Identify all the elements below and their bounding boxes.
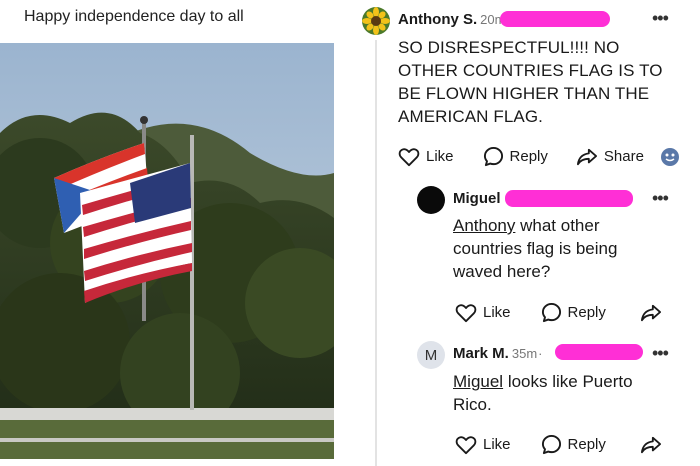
like-label: Like <box>483 436 511 453</box>
avatar[interactable] <box>362 7 390 35</box>
emoji-icon <box>660 147 679 166</box>
user-mention-link[interactable]: Anthony <box>453 216 515 235</box>
author-name[interactable]: Mark M. <box>453 345 509 362</box>
user-mention-link[interactable]: Miguel <box>453 372 503 391</box>
post-caption: Happy independence day to all <box>24 8 244 25</box>
comment-text: SO DISRESPECTFUL!!!! NO OTHER COUNTRIES … <box>398 38 663 126</box>
comment-actions: Like Reply Share <box>398 146 680 167</box>
share-arrow-icon <box>640 304 661 321</box>
reply-bubble-icon <box>483 146 503 167</box>
reply-label: Reply <box>509 148 548 165</box>
reply-button[interactable]: Reply <box>483 146 548 167</box>
reply-bubble-icon <box>541 434 561 455</box>
comment-text: Miguel looks like Puerto Rico. <box>453 370 663 416</box>
post-photo[interactable] <box>0 43 334 459</box>
heart-icon <box>455 435 477 454</box>
more-options-icon[interactable]: ••• <box>652 189 669 207</box>
more-options-icon[interactable]: ••• <box>652 344 669 362</box>
like-label: Like <box>483 304 511 321</box>
heart-icon <box>398 147 420 166</box>
more-options-icon[interactable]: ••• <box>652 9 669 27</box>
share-button[interactable] <box>640 435 662 455</box>
reply-button[interactable]: Reply <box>541 434 606 455</box>
redaction-mark <box>500 11 610 27</box>
share-button[interactable]: Share <box>576 147 644 167</box>
redaction-mark <box>555 344 643 360</box>
share-arrow-icon <box>640 436 661 453</box>
author-name[interactable]: Anthony S. <box>398 11 477 28</box>
reply-bubble-icon <box>541 302 561 323</box>
share-button[interactable] <box>640 303 662 323</box>
comment-time: 35m <box>511 346 538 361</box>
share-arrow-icon <box>576 148 597 165</box>
avatar[interactable]: M <box>417 341 445 369</box>
like-button[interactable]: Like <box>455 435 511 455</box>
redaction-mark <box>505 190 633 207</box>
reply-button[interactable]: Reply <box>541 302 606 323</box>
like-button[interactable]: Like <box>398 147 454 167</box>
comment-author[interactable]: Miguel <box>453 190 501 207</box>
comment-author[interactable]: Anthony S. 20m <box>398 11 505 28</box>
thread-line <box>375 40 377 466</box>
like-button[interactable]: Like <box>455 303 511 323</box>
emoji-button[interactable] <box>660 147 680 167</box>
share-label: Share <box>603 148 644 165</box>
like-label: Like <box>426 148 454 165</box>
heart-icon <box>455 303 477 322</box>
author-name[interactable]: Miguel <box>453 190 501 207</box>
reply-label: Reply <box>567 436 606 453</box>
comment-author[interactable]: Mark M. 35m· <box>453 345 543 362</box>
comment-actions: Like Reply <box>455 302 662 323</box>
reply-label: Reply <box>567 304 606 321</box>
comment-text: Anthony what other countries flag is bei… <box>453 214 653 283</box>
avatar[interactable] <box>417 186 445 214</box>
comment-actions: Like Reply <box>455 434 662 455</box>
